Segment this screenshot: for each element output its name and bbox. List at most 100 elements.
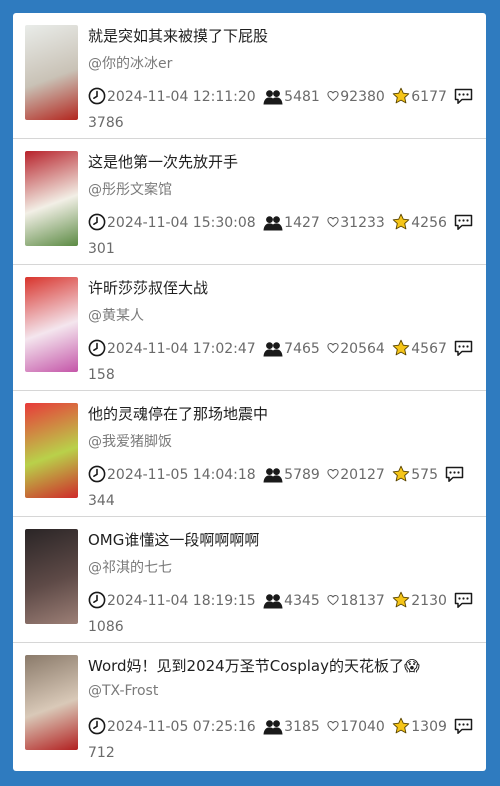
video-card[interactable]: 就是突如其来被摸了下屁股 @你的冰冰er 2024-11-04 12:11:20 5… [13,13,486,139]
clock-icon [88,213,106,231]
view-count-value: 1427 [284,215,320,231]
publish-time-value: 2024-11-05 07:25:16 [107,719,256,735]
view-count: 5789 [263,462,320,488]
comment-icon [454,718,473,735]
video-title[interactable]: 就是突如其来被摸了下屁股 [88,25,480,46]
video-list: 就是突如其来被摸了下屁股 @你的冰冰er 2024-11-04 12:11:20 5… [13,13,486,771]
video-stats: 2024-11-04 15:30:08 1427 31233 4256 301 [88,210,478,262]
comment-count [445,462,465,488]
favorite-count-value: 575 [411,467,438,483]
like-count: 20564 [327,336,385,362]
like-count: 92380 [327,84,385,110]
publish-time-value: 2024-11-04 17:02:47 [107,341,256,357]
view-count: 1427 [263,210,320,236]
favorite-count-value: 1309 [411,719,447,735]
comment-count-value: 301 [88,241,115,257]
heart-icon [327,90,339,102]
view-count-value: 4345 [284,593,320,609]
video-title[interactable]: 许昕莎莎叔侄大战 [88,277,480,298]
like-count: 18137 [327,588,385,614]
video-author[interactable]: @彤彤文案馆 [88,179,172,199]
video-author[interactable]: @TX-Frost [88,683,158,699]
people-icon [263,215,283,231]
star-icon [392,591,410,609]
video-card[interactable]: OMG谁懂这一段啊啊啊啊 @祁淇的七七 2024-11-04 18:19:15 43… [13,517,486,643]
clock-icon [88,591,106,609]
video-thumbnail[interactable] [25,151,78,246]
publish-time: 2024-11-05 14:04:18 [88,462,256,488]
people-icon [263,719,283,735]
video-card[interactable]: 这是他第一次先放开手 @彤彤文案馆 2024-11-04 15:30:08 1427… [13,139,486,265]
video-thumbnail[interactable] [25,277,78,372]
comment-count-value: 1086 [88,619,124,635]
clock-icon [88,87,106,105]
video-thumbnail[interactable] [25,403,78,498]
comment-count [454,210,474,236]
comment-count [454,714,474,740]
heart-icon [327,594,339,606]
favorite-count: 2130 [392,588,447,614]
like-count-value: 17040 [340,719,385,735]
star-icon [392,717,410,735]
video-title[interactable]: OMG谁懂这一段啊啊啊啊 [88,529,480,550]
comment-icon [454,340,473,357]
comment-icon [454,88,473,105]
publish-time: 2024-11-05 07:25:16 [88,714,256,740]
view-count: 7465 [263,336,320,362]
heart-icon [327,342,339,354]
comment-count-value: 712 [88,745,115,761]
favorite-count: 4256 [392,210,447,236]
favorite-count-value: 2130 [411,593,447,609]
video-card[interactable]: 他的灵魂停在了那场地震中 @我爱猪脚饭 2024-11-05 14:04:18 57… [13,391,486,517]
video-thumbnail[interactable] [25,529,78,624]
video-author[interactable]: @祁淇的七七 [88,557,172,577]
video-card[interactable]: 许昕莎莎叔侄大战 @黄某人 2024-11-04 17:02:47 7465 205… [13,265,486,391]
clock-icon [88,339,106,357]
clock-icon [88,465,106,483]
favorite-count-value: 4567 [411,341,447,357]
publish-time-value: 2024-11-04 12:11:20 [107,89,256,105]
comment-count-value: 158 [88,367,115,383]
people-icon [263,467,283,483]
video-stats: 2024-11-05 14:04:18 5789 20127 575 344 [88,462,478,514]
video-title[interactable]: 这是他第一次先放开手 [88,151,480,172]
video-thumbnail[interactable] [25,25,78,120]
publish-time: 2024-11-04 18:19:15 [88,588,256,614]
view-count: 5481 [263,84,320,110]
view-count: 3185 [263,714,320,740]
video-author[interactable]: @我爱猪脚饭 [88,431,172,451]
heart-icon [327,720,339,732]
favorite-count: 1309 [392,714,447,740]
star-icon [392,465,410,483]
like-count-value: 92380 [340,89,385,105]
publish-time-value: 2024-11-04 18:19:15 [107,593,256,609]
view-count-value: 7465 [284,341,320,357]
comment-count [454,336,474,362]
comment-count [454,84,474,110]
video-stats: 2024-11-04 18:19:15 4345 18137 2130 1086 [88,588,478,640]
people-icon [263,341,283,357]
video-thumbnail[interactable] [25,655,78,750]
comment-count-value: 344 [88,493,115,509]
like-count-value: 31233 [340,215,385,231]
star-icon [392,87,410,105]
video-author[interactable]: @黄某人 [88,305,144,325]
view-count-value: 3185 [284,719,320,735]
like-count-value: 20127 [340,467,385,483]
video-author[interactable]: @你的冰冰er [88,53,172,73]
like-count: 31233 [327,210,385,236]
view-count-value: 5789 [284,467,320,483]
heart-icon [327,468,339,480]
video-title[interactable]: Word妈！见到2024万圣节Cosplay的天花板了😱 [88,655,480,676]
video-stats: 2024-11-04 17:02:47 7465 20564 4567 158 [88,336,478,388]
favorite-count-value: 4256 [411,215,447,231]
like-count: 20127 [327,462,385,488]
publish-time: 2024-11-04 15:30:08 [88,210,256,236]
favorite-count: 4567 [392,336,447,362]
comment-icon [454,592,473,609]
comment-count [454,588,474,614]
publish-time: 2024-11-04 17:02:47 [88,336,256,362]
video-title[interactable]: 他的灵魂停在了那场地震中 [88,403,480,424]
video-card[interactable]: Word妈！见到2024万圣节Cosplay的天花板了😱 @TX-Frost 202… [13,643,486,769]
publish-time-value: 2024-11-05 14:04:18 [107,467,256,483]
